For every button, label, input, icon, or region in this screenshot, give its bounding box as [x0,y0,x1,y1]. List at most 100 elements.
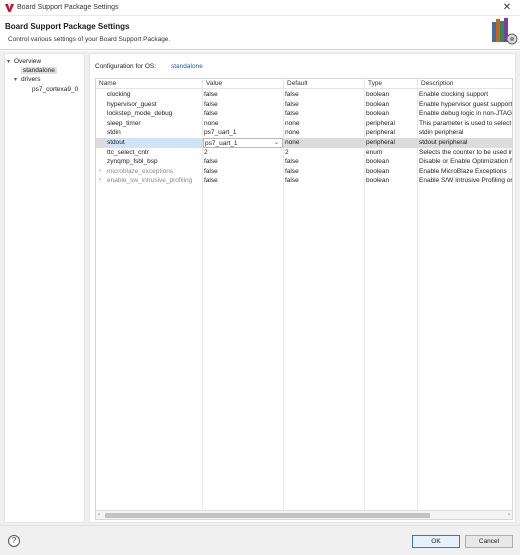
help-button[interactable]: ? [8,535,20,547]
cell-type: peripheral [366,129,395,137]
cell-name: stdin [107,129,121,137]
cell-value[interactable]: false [204,157,282,167]
cell-name: sleep_timer [107,119,141,127]
cell-value[interactable]: false [204,109,282,119]
close-button[interactable]: ✕ [501,2,513,14]
value-dropdown[interactable]: ps7_uart_1 ⌄ [203,138,283,148]
table-row[interactable]: › microblaze_exceptions false false boolean E… [96,167,512,177]
settings-tree: ▾ Overview standalone ▾ drivers ps7_cortex… [4,53,85,523]
cell-default: false [285,91,299,98]
cell-description: Enable hypervisor guest support [419,100,513,108]
cell-name: microblaze_exceptions [107,167,174,175]
books-icon [492,18,518,45]
tree-item-overview[interactable]: ▾ Overview [7,57,41,66]
vitis-logo-icon [5,4,14,12]
table-row[interactable]: lockstep_mode_debug false false boolean Enab… [96,109,512,119]
cell-default: 2 [285,148,289,156]
column-header-value[interactable]: Value [206,80,222,87]
table-row[interactable]: clocking false false boolean Enable clocking… [96,90,512,100]
cell-description: stdin peripheral [419,129,464,137]
chevron-down-icon[interactable]: ▾ [7,58,14,67]
tree-item-label: standalone [21,67,57,74]
table-row[interactable]: sleep_timer none none peripheral This parame… [96,119,512,129]
cell-value[interactable]: false [204,100,282,110]
column-header-description[interactable]: Description [421,80,454,87]
dialog-footer: ? OK Cancel [0,525,520,555]
cell-name: hypervisor_guest [107,100,157,108]
cell-default: false [285,167,299,175]
cell-value[interactable]: ps7_uart_1 [204,128,282,138]
tree-item-label: Overview [14,58,42,65]
chevron-down-icon[interactable]: ▾ [14,76,21,85]
cell-description: Selects the counter to be used in [419,148,513,156]
cell-type: boolean [366,158,390,166]
ok-button[interactable]: OK [412,535,460,548]
cell-type: peripheral [366,119,395,127]
cell-value[interactable]: false [204,90,282,100]
cell-value[interactable]: none [204,119,282,129]
cell-default: none [285,129,300,137]
chevron-right-icon[interactable]: › [99,167,101,177]
cell-type: boolean [366,177,390,185]
dropdown-value: ps7_uart_1 [205,140,238,147]
cell-value[interactable]: 2 [204,148,282,158]
title-bar: Board Support Package Settings ✕ [0,0,520,16]
table-row[interactable]: zynqmp_fsbl_bsp false false boolean Disable … [96,157,512,167]
cell-type: boolean [366,110,390,118]
cell-default: false [285,177,299,185]
cell-description: Enable S/W Intrusive Profiling or [419,177,513,185]
config-label: Configuration for OS: [95,63,157,70]
cell-description: This parameter is used to select [419,119,512,127]
cell-name: clocking [107,91,131,98]
cell-default: none [285,139,300,146]
cell-value[interactable]: false [204,176,282,186]
cell-name: lockstep_mode_debug [107,110,173,118]
column-header-name[interactable]: Name [99,80,116,87]
cell-description: Enable MicroBlaze Exceptions [419,167,507,175]
column-header-type[interactable]: Type [368,80,382,87]
cell-type: boolean [366,100,390,108]
scrollbar-thumb[interactable] [105,513,430,518]
cell-default: none [285,119,300,127]
table-header: Name Value Default Type Description [96,79,512,89]
table-row[interactable]: hypervisor_guest false false boolean Enable … [96,100,512,110]
cell-name: stdout [107,138,201,148]
chevron-right-icon[interactable]: › [99,176,101,186]
os-link[interactable]: standalone [171,63,203,70]
cell-type: boolean [366,167,390,175]
tree-item-ps7-cortexa9-0[interactable]: ps7_cortexa9_0 [32,85,78,94]
dialog-header: Board Support Package Settings Control v… [0,16,520,50]
horizontal-scrollbar[interactable]: ‹ › [96,510,512,519]
cell-description: stdout peripheral [419,139,468,146]
dialog-title: Board Support Package Settings [5,22,130,31]
cell-default: false [285,110,299,118]
table-row[interactable]: stdin ps7_uart_1 none peripheral stdin perip… [96,128,512,138]
cell-type: peripheral [366,139,395,146]
main-area: ▾ Overview standalone ▾ drivers ps7_cortex… [0,51,520,525]
cancel-button[interactable]: Cancel [465,535,513,548]
cell-name: ttc_select_cntr [107,148,149,156]
tree-item-drivers[interactable]: ▾ drivers [14,75,41,84]
table-row[interactable]: › enable_sw_intrusive_profiling false false… [96,176,512,186]
cell-description: Enable debug logic in non-JTAG [419,110,513,118]
cell-default: false [285,158,299,166]
scroll-left-icon[interactable]: ‹ [98,511,100,519]
cell-value[interactable]: false [204,167,282,177]
cell-name: zynqmp_fsbl_bsp [107,158,158,166]
table-row[interactable]: stdout ps7_uart_1 ⌄ none peripheral stdout pe… [96,138,512,148]
cell-description: Enable clocking support [419,91,489,98]
cell-type: boolean [366,91,390,98]
table-row[interactable]: ttc_select_cntr 2 2 enum Selects the counter… [96,148,512,158]
cell-description: Disable or Enable Optimization f [419,158,512,166]
column-header-default[interactable]: Default [287,80,308,87]
tree-item-label: ps7_cortexa9_0 [32,86,79,93]
cell-type: enum [366,148,383,156]
settings-table: Name Value Default Type Description cloc… [95,78,513,520]
dialog-description: Control various settings of your Board S… [8,36,171,43]
window-title: Board Support Package Settings [17,4,119,11]
cell-name: enable_sw_intrusive_profiling [107,177,193,185]
scroll-right-icon[interactable]: › [508,511,510,519]
tree-item-standalone[interactable]: standalone [21,66,57,75]
settings-panel: Configuration for OS: standalone Name Va… [89,53,516,523]
tree-item-label: drivers [21,76,41,83]
